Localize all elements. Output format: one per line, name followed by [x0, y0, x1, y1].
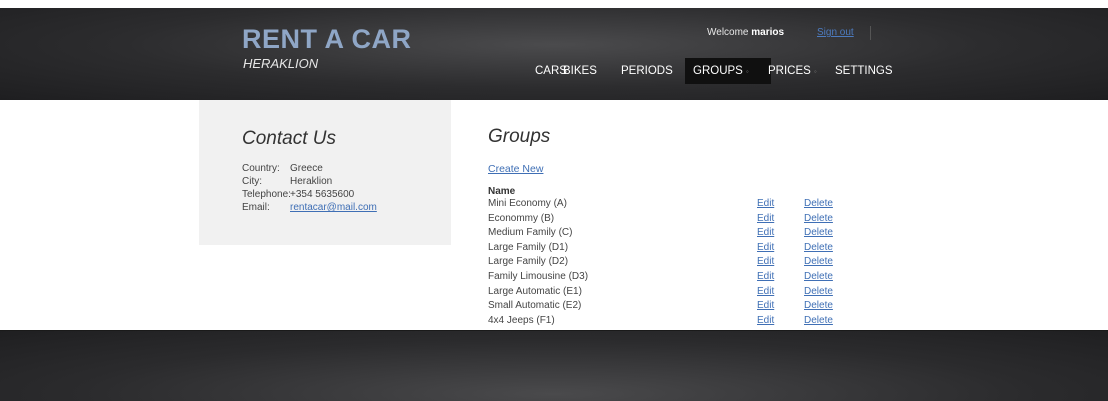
nav-settings-label: SETTINGS: [835, 65, 893, 77]
edit-link[interactable]: Edit: [757, 286, 774, 297]
table-row: Large Family (D2) Edit Delete: [0, 256, 1108, 268]
create-new-link[interactable]: Create New: [488, 163, 543, 175]
nav-periods-label: PERIODS: [621, 65, 673, 77]
edit-link[interactable]: Edit: [757, 271, 774, 282]
delete-link[interactable]: Delete: [804, 256, 833, 267]
delete-link[interactable]: Delete: [804, 286, 833, 297]
country-value: Greece: [290, 163, 323, 174]
contact-city: City: Heraklion: [242, 176, 332, 188]
table-row: Econommy (B) Edit Delete: [0, 213, 1108, 225]
group-name: Large Automatic (E1): [488, 285, 582, 297]
welcome-text: Welcome marios: [707, 27, 784, 38]
edit-link[interactable]: Edit: [757, 213, 774, 224]
table-row: Large Automatic (E1) Edit Delete: [0, 286, 1108, 298]
logo-title[interactable]: RENT A CAR: [242, 24, 412, 55]
edit-link[interactable]: Edit: [757, 300, 774, 311]
delete-link[interactable]: Delete: [804, 227, 833, 238]
edit-link[interactable]: Edit: [757, 242, 774, 253]
delete-link[interactable]: Delete: [804, 271, 833, 282]
submenu-indicator-icon: ◦: [745, 67, 749, 76]
group-name: Large Family (D1): [488, 241, 569, 253]
page-title: Groups: [488, 126, 551, 147]
group-name: Small Automatic (E2): [488, 300, 582, 312]
country-label: Country:: [242, 163, 280, 174]
nav-prices[interactable]: PRICES ◦: [760, 58, 825, 84]
nav-groups[interactable]: GROUPS ◦: [685, 58, 771, 84]
city-label: City:: [242, 176, 262, 187]
edit-link[interactable]: Edit: [757, 227, 774, 238]
table-row: Family Limousine (D3) Edit Delete: [0, 271, 1108, 283]
nav-groups-label: GROUPS: [693, 65, 743, 77]
welcome-prefix: Welcome: [707, 27, 752, 38]
site-header: [0, 8, 1108, 100]
name-column-header: Name: [488, 186, 516, 197]
header-divider: [870, 26, 871, 40]
nav-prices-label: PRICES: [768, 65, 811, 77]
table-row: 4x4 Jeeps (F1) Edit Delete: [0, 315, 1108, 327]
table-row: Small Automatic (E2) Edit Delete: [0, 300, 1108, 312]
table-row: Large Family (D1) Edit Delete: [0, 242, 1108, 254]
nav-settings[interactable]: SETTINGS: [827, 58, 901, 84]
username: marios: [751, 27, 785, 38]
delete-link[interactable]: Delete: [804, 213, 833, 224]
edit-link[interactable]: Edit: [757, 198, 774, 209]
contact-title: Contact Us: [242, 128, 336, 149]
city-value: Heraklion: [290, 176, 333, 187]
delete-link[interactable]: Delete: [804, 315, 833, 326]
nav-bikes[interactable]: BIKES: [555, 58, 605, 84]
table-row: Mini Economy (A) Edit Delete: [0, 198, 1108, 210]
nav-bikes-label: BIKES: [563, 65, 597, 77]
table-row: Medium Family (C) Edit Delete: [0, 227, 1108, 239]
group-name: 4x4 Jeeps (F1): [488, 314, 555, 326]
delete-link[interactable]: Delete: [804, 300, 833, 311]
edit-link[interactable]: Edit: [757, 256, 774, 267]
edit-link[interactable]: Edit: [757, 315, 774, 326]
delete-link[interactable]: Delete: [804, 242, 833, 253]
group-name: Econommy (B): [488, 212, 555, 224]
group-name: Family Limousine (D3): [488, 271, 589, 282]
sign-out-link[interactable]: Sign out: [817, 27, 854, 38]
site-footer: [0, 330, 1108, 401]
group-name: Mini Economy (A): [488, 198, 567, 209]
group-name: Large Family (D2): [488, 256, 569, 268]
delete-link[interactable]: Delete: [804, 198, 833, 209]
logo-subtitle: HERAKLION: [243, 56, 319, 71]
contact-country: Country: Greece: [242, 163, 323, 175]
submenu-indicator-icon: ◦: [813, 67, 817, 76]
group-name: Medium Family (C): [488, 227, 573, 239]
nav-periods[interactable]: PERIODS: [613, 58, 681, 84]
